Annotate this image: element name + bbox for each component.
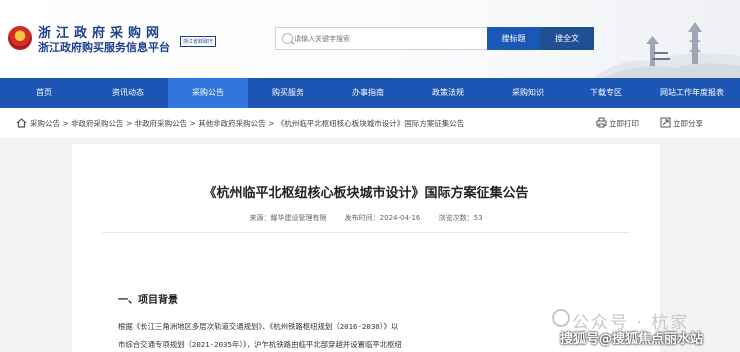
watermark-bottom: 搜狐号@搜狐焦点丽水站 (560, 332, 704, 347)
breadcrumb-item[interactable]: 非政府采购公告 (71, 119, 124, 128)
nav-item-knowledge[interactable]: 采购知识 (488, 78, 568, 108)
site-header: 浙江政府采购网 浙江政府购买服务信息平台 浙江省财政厅 搜标题 搜全文 (0, 0, 740, 78)
breadcrumb-item[interactable]: 采购公告 (30, 119, 60, 128)
paragraph-line: 根据《长江三角洲地区多层次轨道交通规划》、《杭州铁路枢纽规划（2016-2030… (118, 322, 399, 331)
print-label: 立即打印 (609, 119, 639, 128)
article-views: 浏览次数：53 (438, 214, 483, 222)
watermark-logo-icon (552, 309, 570, 327)
article-title: 《杭州临平北枢纽核心板块城市设计》国际方案征集公告 (203, 186, 529, 201)
share-button[interactable]: 立即分享 (660, 117, 703, 129)
search-fulltext-button[interactable]: 搜全文 (540, 27, 594, 50)
nav-item-purchase-service[interactable]: 购买服务 (248, 78, 328, 108)
home-icon[interactable] (16, 118, 27, 128)
article-publish-time: 发布时间：2024-04-16 (344, 214, 421, 222)
search-input[interactable] (294, 30, 484, 48)
breadcrumb-bar: 采购公告 > 非政府采购公告 > 非政府采购公告 > 其他非政府采购公告 > 《… (0, 108, 740, 138)
search-title-button[interactable]: 搜标题 (487, 27, 540, 50)
article-source: 来源：耀华建设管理有限 (249, 214, 327, 222)
nav-item-annual-report[interactable]: 网站工作年度报表 (644, 78, 740, 108)
print-button[interactable]: 立即打印 (596, 117, 639, 129)
section-heading: 一、项目背景 (118, 295, 178, 306)
nav-item-procurement-notice[interactable]: 采购公告 (168, 78, 248, 108)
nav-item-download[interactable]: 下载专区 (568, 78, 644, 108)
printer-icon (596, 117, 607, 128)
article-meta: 来源：耀华建设管理有限 发布时间：2024-04-16 浏览次数：53 (72, 213, 660, 223)
breadcrumb-current: 《杭州临平北枢纽核心板块城市设计》国际方案征集公告 (276, 119, 465, 128)
breadcrumb-item[interactable]: 其他非政府采购公告 (198, 119, 266, 128)
meta-divider (102, 232, 630, 233)
site-tag: 浙江省财政厅 (180, 36, 217, 47)
search-box (275, 27, 487, 50)
search-icon (282, 33, 293, 44)
pagoda-decoration-icon (594, 22, 740, 78)
nav-item-home[interactable]: 首页 (0, 78, 88, 108)
paragraph-line: 市综合交通专项规划（2021-2035年）》，沪乍杭铁路由临平北部穿越并设置临平… (118, 340, 402, 349)
nav-item-news[interactable]: 资讯动态 (88, 78, 168, 108)
breadcrumb: 采购公告 > 非政府采购公告 > 非政府采购公告 > 其他非政府采购公告 > 《… (30, 119, 465, 128)
share-icon (660, 117, 671, 128)
main-nav: 首页 资讯动态 采购公告 购买服务 办事指南 政策法规 采购知识 下载专区 网站… (0, 78, 740, 108)
breadcrumb-item[interactable]: 非政府采购公告 (135, 119, 188, 128)
share-label: 立即分享 (673, 119, 703, 128)
emblem-icon[interactable] (8, 26, 32, 50)
site-subtitle: 浙江政府购买服务信息平台 (38, 41, 170, 54)
nav-item-guide[interactable]: 办事指南 (328, 78, 408, 108)
nav-item-policy[interactable]: 政策法规 (408, 78, 488, 108)
